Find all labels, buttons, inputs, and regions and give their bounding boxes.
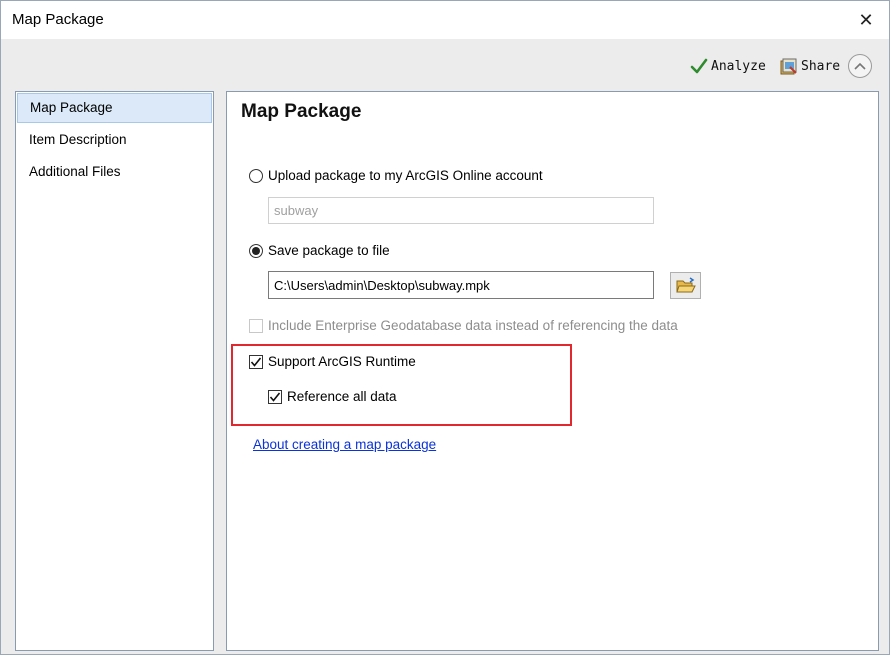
title-bar: Map Package ✕ <box>1 1 889 39</box>
content-panel: Map Package Upload package to my ArcGIS … <box>226 91 879 651</box>
analyze-label: Analyze <box>711 58 766 74</box>
sidebar-item-item-description[interactable]: Item Description <box>17 125 212 155</box>
close-icon: ✕ <box>858 9 874 30</box>
enterprise-option[interactable]: Include Enterprise Geodatabase data inst… <box>249 318 678 333</box>
checkmark-icon <box>250 357 262 367</box>
file-path-input[interactable]: C:\Users\admin\Desktop\subway.mpk <box>268 271 654 299</box>
runtime-option-label: Support ArcGIS Runtime <box>268 354 416 369</box>
reference-checkbox[interactable] <box>268 389 282 404</box>
upload-radio[interactable] <box>249 168 263 183</box>
save-option-label: Save package to file <box>268 243 390 258</box>
enterprise-checkbox[interactable] <box>249 318 263 333</box>
help-link[interactable]: About creating a map package <box>253 437 436 452</box>
map-package-dialog: Map Package ✕ Analyze Share Map Package … <box>0 0 890 655</box>
runtime-checkbox[interactable] <box>249 354 263 369</box>
upload-option-label: Upload package to my ArcGIS Online accou… <box>268 168 543 183</box>
upload-option[interactable]: Upload package to my ArcGIS Online accou… <box>249 168 543 183</box>
checkmark-icon <box>690 58 708 74</box>
share-button[interactable]: Share <box>779 57 840 76</box>
chevron-up-icon <box>854 62 866 70</box>
reference-option[interactable]: Reference all data <box>268 389 397 404</box>
collapse-button[interactable] <box>848 54 872 78</box>
reference-option-label: Reference all data <box>287 389 397 404</box>
runtime-option[interactable]: Support ArcGIS Runtime <box>249 354 416 369</box>
page-title: Map Package <box>241 101 362 122</box>
online-name-input[interactable]: subway <box>268 197 654 224</box>
window-title: Map Package <box>12 11 104 28</box>
save-option[interactable]: Save package to file <box>249 243 390 258</box>
share-package-icon <box>780 58 797 75</box>
close-button[interactable]: ✕ <box>843 1 889 39</box>
sidebar-item-map-package[interactable]: Map Package <box>17 93 212 123</box>
folder-open-icon <box>675 276 696 292</box>
checkmark-icon <box>269 392 281 402</box>
share-label: Share <box>801 59 841 74</box>
analyze-button[interactable]: Analyze <box>690 57 766 75</box>
browse-button[interactable] <box>670 272 701 299</box>
save-radio[interactable] <box>249 243 263 258</box>
sidebar-nav: Map Package Item Description Additional … <box>15 91 214 651</box>
enterprise-option-label: Include Enterprise Geodatabase data inst… <box>268 318 678 333</box>
sidebar-item-additional-files[interactable]: Additional Files <box>17 157 212 187</box>
